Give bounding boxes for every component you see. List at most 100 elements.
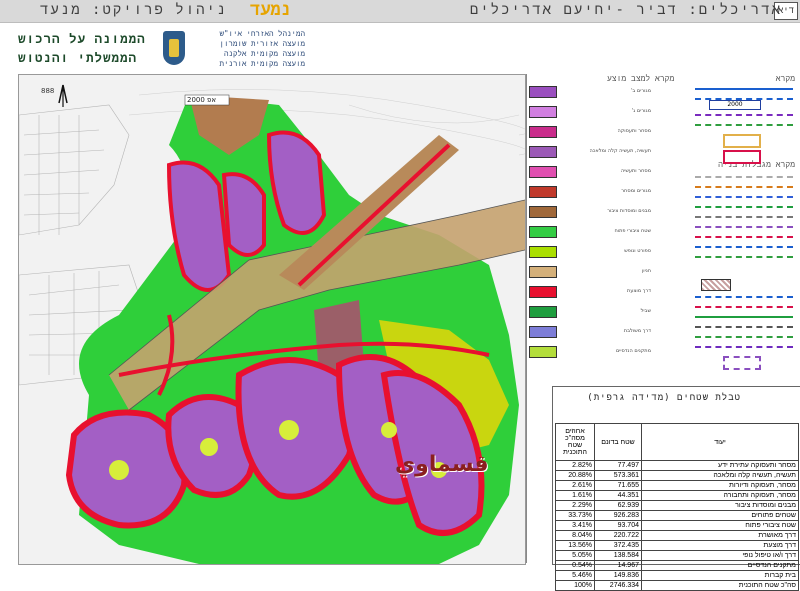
table-cell-area: 926.283: [594, 510, 642, 521]
table-cell-pct: 2.29%: [555, 500, 595, 511]
legend-line: [695, 216, 793, 218]
legend-line: [695, 236, 793, 238]
legend-label: תעשיה, תעשיה קלה ומלאכה: [589, 148, 651, 154]
legend-line: [695, 316, 793, 318]
legend-line: [695, 296, 793, 298]
table-header-row: אחוזים מסה"כ שטח התוכנית שטח בדונם יעוד: [555, 423, 799, 461]
legend-swatch: [529, 286, 557, 298]
legend-label: מגורים ב': [631, 88, 651, 94]
legend-swatch: [529, 146, 557, 158]
table-cell-area: 14.967: [594, 560, 642, 571]
dept-line: מועצה מקומית אלקנה: [223, 49, 305, 58]
table-cell-use: שטח ציבורי פתוח: [641, 520, 799, 531]
table-cell-pct: 8.04%: [555, 530, 595, 541]
area-table-title: טבלת שטחים (מדידה גרפית): [587, 393, 741, 403]
legend-label: מגורים ג': [631, 108, 651, 114]
table-cell-area: 573.361: [594, 470, 642, 481]
table-row: 33.73% 926.283 שטחים פתוחים: [555, 510, 799, 521]
legend-swatch: [529, 226, 557, 238]
table-cell-total-area: 2746.334: [594, 580, 642, 591]
table-row: 5.46% 149.836 בית קברות: [555, 570, 799, 581]
table-cell-use: מתקנים הנדסיים: [641, 560, 799, 571]
dept-line: מועצה מקומית אורנית: [219, 59, 305, 68]
table-cell-pct: 5.46%: [555, 570, 595, 581]
watermark-logo: قسماوي: [395, 452, 489, 477]
legend-line: [695, 88, 793, 90]
table-cell-area: 372.435: [594, 540, 642, 551]
legend-line: [695, 226, 793, 228]
area-table-grid: אחוזים מסה"כ שטח התוכנית שטח בדונם יעוד …: [555, 423, 799, 591]
legend-box: [701, 279, 731, 291]
table-cell-area: 71.655: [594, 480, 642, 491]
sheet-header: הממונה על הרכוש הממשלתי והנטוש המינהל הא…: [0, 23, 800, 75]
legend-label: שביל: [640, 308, 651, 314]
legend-swatch: [529, 326, 557, 338]
table-cell-pct: 20.88%: [555, 470, 595, 481]
legend-line: [695, 206, 793, 208]
table-row: 1.61% 44.351 מסחר, תעסוקה ותחבורה: [555, 490, 799, 501]
legend-title: מקרא: [775, 74, 795, 83]
legend-line: [695, 326, 793, 328]
legend-line: [695, 346, 793, 348]
table-cell-use: דרך ו/או טיפול נופי: [641, 550, 799, 561]
top-bar: דיא אדריכלים: דביר -יחיעם אדריכלים נמעד …: [0, 0, 800, 23]
legend-box: [723, 134, 761, 148]
table-cell-use: תעשיה, תעשיה קלה ומלאכה: [641, 470, 799, 481]
legend-label: מבנים ומוסדות ציבור: [607, 208, 651, 214]
brand-logo: נמעד: [250, 0, 291, 20]
col-header-area: שטח בדונם: [594, 423, 642, 461]
commission-line-1: הממונה על הרכוש: [18, 31, 146, 46]
table-total-row: 100% 2746.334 סה"כ שטח התוכנית: [555, 580, 799, 591]
table-cell-pct: 33.73%: [555, 510, 595, 521]
table-cell-use: דרך מוצעת: [641, 540, 799, 551]
table-cell-pct: 5.05%: [555, 550, 595, 561]
government-emblem: [163, 31, 185, 65]
dept-line: המינהל האזרחי איו"ש: [219, 29, 305, 38]
table-cell-use: מבנים ומוסדות ציבור: [641, 500, 799, 511]
table-cell-area: 220.722: [594, 530, 642, 541]
table-row: 13.56% 372.435 דרך מוצעת: [555, 540, 799, 551]
legend-swatch: [529, 106, 557, 118]
table-cell-use: בית קברות: [641, 570, 799, 581]
legend-label: מתקנים הנדסיים: [615, 348, 651, 354]
plan-map-svg: [19, 75, 525, 564]
legend-line: [695, 306, 793, 308]
col-header-use: יעוד: [641, 423, 799, 461]
legend-line: [695, 336, 793, 338]
table-cell-total-label: סה"כ שטח התוכנית: [641, 580, 799, 591]
legend-label: מגורים ומסחר: [621, 188, 651, 194]
road-label: 2000 אפ: [187, 96, 217, 104]
legend-label: מסחר ותעסוקה: [617, 128, 651, 134]
dept-line: מועצה אזורית שומרון: [219, 39, 305, 48]
table-cell-use: מסחר ותעסוקה עתירת ידע: [641, 460, 799, 471]
legend-label: ספורט ונופש: [624, 248, 651, 254]
legend-swatch: [529, 346, 557, 358]
legend-line: [695, 176, 793, 178]
table-cell-pct: 0.54%: [555, 560, 595, 571]
legend-label: שטח ציבורי פתוח: [614, 228, 651, 234]
table-cell-use: דרך מאושרת: [641, 530, 799, 541]
table-cell-pct: 1.61%: [555, 490, 595, 501]
map-grid-label: 888: [41, 87, 55, 95]
legend-swatch: [529, 86, 557, 98]
legend-line: [695, 114, 793, 116]
legend-swatch: [529, 246, 557, 258]
commission-line-2: הממשלתי והנטוש: [18, 50, 138, 65]
legend-label: דרך מוצעת: [627, 288, 651, 294]
legend-line: [695, 124, 793, 126]
department-list: המינהל האזרחי איו"ש מועצה אזורית שומרון …: [195, 29, 305, 69]
legend-line: [695, 246, 793, 248]
legend-road-sample: 2000: [709, 100, 761, 110]
table-cell-use: מסחר, תעסוקה ודיורות: [641, 480, 799, 491]
table-row: 2.29% 62.939 מבנים ומוסדות ציבור: [555, 500, 799, 511]
table-cell-area: 77.497: [594, 460, 642, 471]
legend-swatch: [529, 306, 557, 318]
project-manager-title: ניהול פרויקט: מנעד: [40, 2, 228, 18]
legend-line: [695, 186, 793, 188]
map-canvas[interactable]: 888 2000 אפ: [18, 74, 526, 565]
table-row: 2.82% 77.497 מסחר ותעסוקה עתירת ידע: [555, 460, 799, 471]
table-cell-use: שטחים פתוחים: [641, 510, 799, 521]
legend-box: [723, 150, 761, 164]
table-cell-area: 93.704: [594, 520, 642, 531]
legend-proposed-title: מקרא למצב מוצע: [607, 74, 675, 83]
